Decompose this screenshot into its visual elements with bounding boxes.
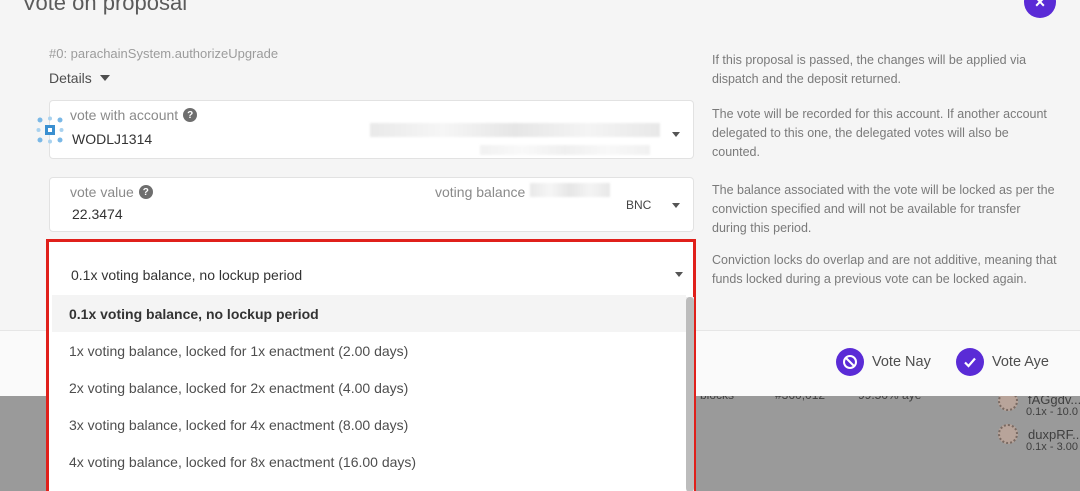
chevron-down-icon (672, 203, 680, 208)
account-name: WODLJ1314 (72, 131, 153, 147)
conviction-option[interactable]: 3x voting balance, locked for 4x enactme… (52, 406, 686, 443)
prohibit-icon (836, 348, 864, 376)
help-value: The balance associated with the vote wil… (712, 183, 1055, 235)
account-identicon (36, 116, 64, 144)
account-address-redacted (480, 145, 650, 155)
conviction-menu: 0.1x voting balance, no lockup period 1x… (52, 295, 686, 491)
chevron-down-icon (672, 132, 680, 137)
chevron-down-icon (675, 272, 683, 277)
help-icon[interactable]: ? (138, 185, 153, 199)
account-label: vote with account (70, 107, 179, 123)
voter-amount: 0.1x - 10.0 (1026, 406, 1078, 418)
conviction-option[interactable]: 4x voting balance, locked for 8x enactme… (52, 443, 686, 480)
vote-value-label-wrap: vote value ? (70, 184, 153, 200)
help-conviction: Conviction locks do overlap and are not … (712, 253, 1057, 286)
details-label: Details (49, 70, 92, 86)
account-label-wrap: vote with account ? (70, 107, 198, 123)
help-icon[interactable]: ? (183, 108, 198, 122)
voter-amount: 0.1x - 3.00 (1026, 441, 1078, 453)
conviction-option[interactable]: 1x voting balance, locked for 1x enactme… (52, 332, 686, 369)
voting-balance-redacted (530, 183, 610, 197)
close-icon: × (1034, 0, 1046, 12)
vote-nay-label: Vote Nay (872, 354, 931, 370)
voter-name[interactable]: duxpRF... (1028, 427, 1080, 442)
vote-aye-button[interactable]: Vote Aye (956, 348, 1049, 376)
proposal-call: #0: parachainSystem.authorizeUpgrade (49, 46, 279, 61)
conviction-option[interactable]: 0.1x voting balance, no lockup period (52, 295, 686, 332)
conviction-dropdown[interactable]: 0.1x voting balance, no lockup period 0.… (46, 239, 696, 491)
help-account: The vote will be recorded for this accou… (712, 107, 1047, 159)
voter-avatar (998, 424, 1018, 444)
help-proposal: If this proposal is passed, the changes … (712, 53, 1027, 86)
conviction-option[interactable]: 2x voting balance, locked for 2x enactme… (52, 369, 686, 406)
caret-down-icon (99, 75, 110, 81)
conviction-selected-value: 0.1x voting balance, no lockup period (71, 267, 303, 283)
voting-balance-label: voting balance (435, 184, 526, 200)
account-address-redacted (370, 123, 660, 137)
vote-value-label: vote value (70, 184, 134, 200)
modal-title: Vote on proposal (22, 0, 188, 15)
vote-aye-label: Vote Aye (992, 354, 1049, 370)
vote-nay-button[interactable]: Vote Nay (836, 348, 931, 376)
scrollbar-thumb[interactable] (686, 297, 694, 491)
vote-value-input[interactable]: vote value ? 22.3474 voting balance BNC (49, 177, 694, 232)
check-icon (956, 348, 984, 376)
vote-value[interactable]: 22.3474 (72, 206, 123, 222)
details-toggle[interactable]: Details (49, 70, 110, 86)
account-selector[interactable]: vote with account ? WODLJ1314 (49, 100, 694, 159)
unit-selector[interactable]: BNC (626, 198, 651, 212)
menu-scrollbar[interactable] (686, 297, 694, 491)
